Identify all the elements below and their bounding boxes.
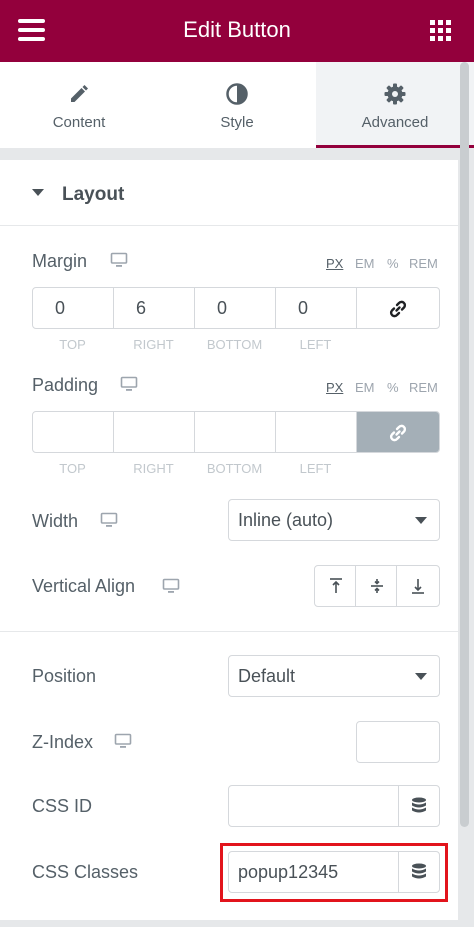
z-index-input[interactable]: [356, 721, 440, 763]
tab-style[interactable]: Style: [158, 62, 316, 148]
css-classes-highlight-box: [220, 843, 448, 902]
margin-side-bottom: BOTTOM: [206, 337, 263, 352]
css-id-label: CSS ID: [32, 796, 93, 816]
margin-side-top: TOP: [59, 337, 86, 352]
padding-label: Padding: [32, 375, 99, 395]
padding-left-input[interactable]: [276, 412, 357, 452]
tab-style-label: Style: [220, 114, 254, 131]
margin-bottom-input[interactable]: 0: [195, 288, 276, 328]
advanced-panel: Layout Margin PX EM % REM 0 6 0 0 TOP RI…: [0, 160, 458, 920]
padding-unit-px[interactable]: PX: [326, 380, 343, 395]
desktop-monitor-icon[interactable]: [100, 512, 118, 528]
align-middle-icon: [371, 579, 383, 593]
padding-side-left: LEFT: [299, 461, 332, 476]
chevron-down-icon: [415, 673, 427, 680]
padding-units: PX EM % REM: [326, 380, 440, 396]
desktop-monitor-icon[interactable]: [162, 578, 180, 594]
position-select[interactable]: Default: [228, 655, 440, 697]
chevron-down-icon: [415, 517, 427, 524]
align-top-icon: [330, 578, 342, 593]
panel-header: Edit Button: [0, 0, 474, 62]
caret-down-icon: [32, 189, 44, 196]
width-label: Width: [32, 511, 79, 531]
tab-content-label: Content: [52, 114, 106, 131]
margin-inputs: 0 6 0 0: [32, 287, 440, 329]
align-top-button[interactable]: [315, 566, 356, 606]
padding-unit-em[interactable]: EM: [355, 380, 375, 395]
desktop-monitor-icon[interactable]: [114, 733, 132, 749]
position-select-value: Default: [238, 666, 296, 686]
padding-side-bottom: BOTTOM: [206, 461, 263, 476]
tab-content[interactable]: Content: [0, 62, 158, 148]
css-id-input[interactable]: [228, 785, 399, 827]
desktop-monitor-icon[interactable]: [110, 252, 128, 268]
padding-side-labels: TOP RIGHT BOTTOM LEFT: [32, 461, 440, 476]
padding-top-input[interactable]: [33, 412, 114, 452]
padding-unit-percent[interactable]: %: [387, 380, 399, 395]
margin-unit-rem[interactable]: REM: [409, 256, 438, 271]
width-select-value: Inline (auto): [238, 510, 334, 530]
padding-unit-rem[interactable]: REM: [409, 380, 438, 395]
vertical-align-label: Vertical Align: [32, 576, 136, 596]
margin-top-input[interactable]: 0: [33, 288, 114, 328]
margin-units: PX EM % REM: [326, 256, 440, 272]
margin-right-input[interactable]: 6: [114, 288, 195, 328]
link-icon: [389, 424, 407, 442]
section-divider: [0, 631, 458, 632]
panel-scrollbar[interactable]: [460, 62, 469, 827]
desktop-monitor-icon[interactable]: [120, 376, 138, 392]
margin-unit-px[interactable]: PX: [326, 256, 343, 271]
layout-section-header[interactable]: Layout: [0, 160, 458, 226]
padding-side-right: RIGHT: [133, 461, 174, 476]
padding-link-button[interactable]: [357, 412, 439, 452]
margin-side-left: LEFT: [299, 337, 332, 352]
margin-side-right: RIGHT: [133, 337, 174, 352]
margin-left-input[interactable]: 0: [276, 288, 357, 328]
editor-tabs: Content Style Advanced: [0, 62, 474, 148]
gear-icon: [384, 83, 406, 105]
tab-advanced[interactable]: Advanced: [316, 62, 474, 148]
pencil-icon: [71, 85, 88, 102]
align-middle-button[interactable]: [356, 566, 397, 606]
panel-title: Edit Button: [183, 17, 291, 42]
z-index-label: Z-Index: [32, 732, 94, 752]
vertical-align-buttons: [314, 565, 440, 607]
css-classes-label: CSS Classes: [32, 862, 139, 882]
position-label: Position: [32, 666, 97, 686]
grid-apps-icon[interactable]: [430, 20, 451, 41]
align-bottom-button[interactable]: [397, 566, 438, 606]
tab-advanced-label: Advanced: [361, 114, 429, 131]
align-bottom-icon: [412, 579, 424, 594]
margin-link-button[interactable]: [357, 288, 439, 328]
margin-label: Margin: [32, 251, 88, 271]
layout-section-title: Layout: [62, 184, 125, 205]
padding-right-input[interactable]: [114, 412, 195, 452]
half-circle-icon: [226, 83, 248, 105]
padding-bottom-input[interactable]: [195, 412, 276, 452]
database-icon: [412, 797, 426, 813]
margin-unit-em[interactable]: EM: [355, 256, 375, 271]
padding-inputs: [32, 411, 440, 453]
padding-side-top: TOP: [59, 461, 86, 476]
css-id-dynamic-button[interactable]: [398, 785, 440, 827]
margin-unit-percent[interactable]: %: [387, 256, 399, 271]
margin-side-labels: TOP RIGHT BOTTOM LEFT: [32, 337, 440, 352]
width-select[interactable]: Inline (auto): [228, 499, 440, 541]
link-icon: [389, 300, 407, 318]
